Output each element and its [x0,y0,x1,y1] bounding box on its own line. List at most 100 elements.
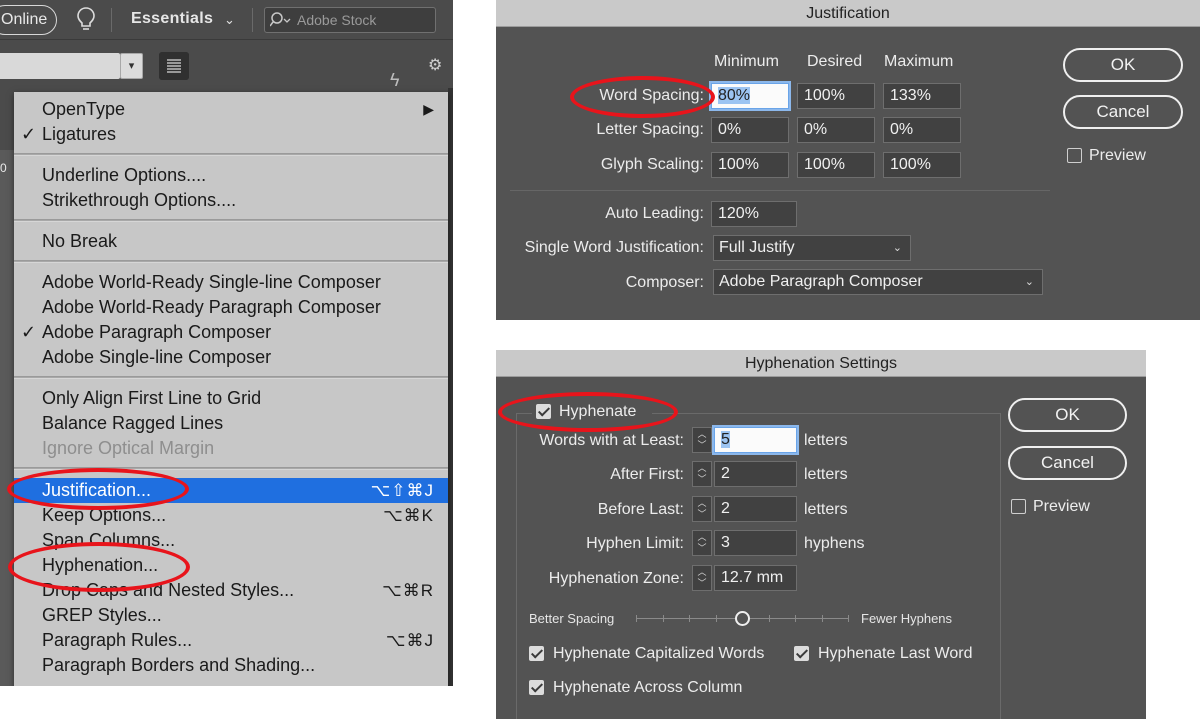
stepper-arrows-icon[interactable]: ︿ ﹀ [692,530,712,556]
chevron-down-icon[interactable]: ▾ [120,53,143,79]
cap-words-label: Hyphenate Capitalized Words [553,645,765,662]
preview-label: Preview [1033,498,1090,515]
slider-tick [795,615,796,622]
words-least-input[interactable]: 5 [714,427,797,453]
shortcut: ⌥⌘J [385,631,434,650]
menu-item-underline[interactable]: Underline Options.... [14,163,448,188]
toolbar-divider [252,8,253,32]
glyph-scaling-desired-input[interactable]: 100% [797,152,875,178]
menu-item-balance[interactable]: Balance Ragged Lines [14,411,448,436]
annotation-circle [498,392,678,432]
chevron-down-icon: ⌄ [1024,276,1034,288]
word-spacing-min-input[interactable]: 80% [711,83,789,109]
word-spacing-desired-input[interactable]: 100% [797,83,875,109]
hyphenation-zone-input[interactable]: 12.7 mm [714,565,797,591]
cancel-button[interactable]: Cancel [1063,95,1183,129]
across-column-label: Hyphenate Across Column [553,679,743,696]
preview-checkbox[interactable] [1067,148,1082,163]
menu-item-single-composer[interactable]: Adobe Single-line Composer [14,345,448,370]
menu-item-no-break[interactable]: No Break [14,229,448,254]
menu-item-strikethrough[interactable]: Strikethrough Options.... [14,188,448,213]
menu-item-grep[interactable]: GREP Styles... [14,603,448,628]
gear-icon[interactable]: ⚙ [428,55,442,75]
letter-spacing-max-input[interactable]: 0% [883,117,961,143]
menu-item-ligatures[interactable]: ✓ Ligatures [14,122,448,147]
scrollbar[interactable] [448,88,453,686]
unit-label: hyphens [804,535,865,552]
stepper-arrows-icon[interactable]: ︿ ﹀ [692,565,712,591]
menu-item-wr-paragraph[interactable]: Adobe World-Ready Paragraph Composer [14,295,448,320]
ruler-value: 0 [0,161,7,175]
letter-spacing-label: Letter Spacing: [596,121,704,138]
glyph-scaling-max-input[interactable]: 100% [883,152,961,178]
menu-divider [14,260,448,263]
before-last-input[interactable]: 2 [714,496,797,522]
last-word-checkbox[interactable] [794,646,809,661]
stepper-arrows-icon[interactable]: ︿ ﹀ [692,496,712,522]
fewer-hyphens-label: Fewer Hyphens [861,611,953,626]
checkmark-icon: ✓ [21,124,37,144]
cancel-button[interactable]: Cancel [1008,446,1127,480]
left-strip [0,150,14,686]
menu-item-opentype[interactable]: OpenType ▶ [14,97,448,122]
list-icon[interactable] [159,52,189,80]
ok-button[interactable]: OK [1008,398,1127,432]
hyphenation-zone-label: Hyphenation Zone: [548,570,684,587]
paragraph-panel-menu: OpenType ▶ ✓ Ligatures Underline Options..… [14,92,448,686]
stepper-arrows-icon[interactable]: ︿ ﹀ [692,427,712,453]
shortcut: ⌥⌘K [383,506,434,525]
dialog-title: Hyphenation Settings [496,350,1146,377]
app-bar: Online Essentials ⌄ Adobe Stock [0,0,453,40]
toolbar-divider [111,8,112,32]
divider [510,190,1050,191]
annotation-circle [7,468,189,510]
menu-divider [14,219,448,222]
chevron-down-icon: ⌄ [892,242,902,254]
column-header: Minimum [714,53,779,70]
letter-spacing-desired-input[interactable]: 0% [797,117,875,143]
single-word-justification-select[interactable]: Full Justify ⌄ [713,235,911,261]
across-column-checkbox[interactable] [529,680,544,695]
slider-tick [848,615,849,622]
menu-item-paragraph-composer[interactable]: ✓ Adobe Paragraph Composer [14,320,448,345]
better-spacing-label: Better Spacing [529,611,615,626]
menu-item-rules[interactable]: Paragraph Rules... ⌥⌘J [14,628,448,653]
slider-tick [689,615,690,622]
slider-tick [716,615,717,622]
cap-words-checkbox[interactable] [529,646,544,661]
menu-item-align-first[interactable]: Only Align First Line to Grid [14,386,448,411]
menu-divider [14,376,448,379]
glyph-scaling-min-input[interactable]: 100% [711,152,789,178]
ok-button[interactable]: OK [1063,48,1183,82]
word-spacing-max-input[interactable]: 133% [883,83,961,109]
spacing-slider[interactable] [636,608,849,628]
preview-checkbox[interactable] [1011,499,1026,514]
lightning-icon[interactable]: ϟ [390,70,400,91]
slider-tick [822,615,823,622]
column-header: Desired [807,53,863,70]
style-dropdown-field[interactable] [0,53,120,79]
shortcut: ⌥⇧⌘J [370,481,434,500]
glyph-scaling-label: Glyph Scaling: [600,156,704,173]
after-first-input[interactable]: 2 [714,461,797,487]
slider-knob[interactable] [735,611,750,626]
auto-leading-input[interactable]: 120% [711,201,797,227]
lightbulb-icon[interactable] [76,6,96,32]
search-icon[interactable] [270,11,292,29]
workspace-switcher[interactable]: Essentials [131,10,213,28]
menu-item-wr-single[interactable]: Adobe World-Ready Single-line Composer [14,270,448,295]
chevron-down-icon[interactable]: ⌄ [224,12,235,28]
unit-label: letters [804,432,848,449]
letter-spacing-min-input[interactable]: 0% [711,117,789,143]
slider-tick [769,615,770,622]
composer-select[interactable]: Adobe Paragraph Composer ⌄ [713,269,1043,295]
hyphen-limit-input[interactable]: 3 [714,530,797,556]
menu-divider [14,153,448,156]
app-window: Online Essentials ⌄ Adobe Stock ▾ ϟ ⚙ 0 … [0,0,453,686]
column-header: Maximum [884,53,954,70]
unit-label: letters [804,501,848,518]
annotation-circle [8,542,190,592]
stepper-arrows-icon[interactable]: ︿ ﹀ [692,461,712,487]
menu-item-borders[interactable]: Paragraph Borders and Shading... [14,653,448,678]
online-button[interactable]: Online [0,5,57,35]
